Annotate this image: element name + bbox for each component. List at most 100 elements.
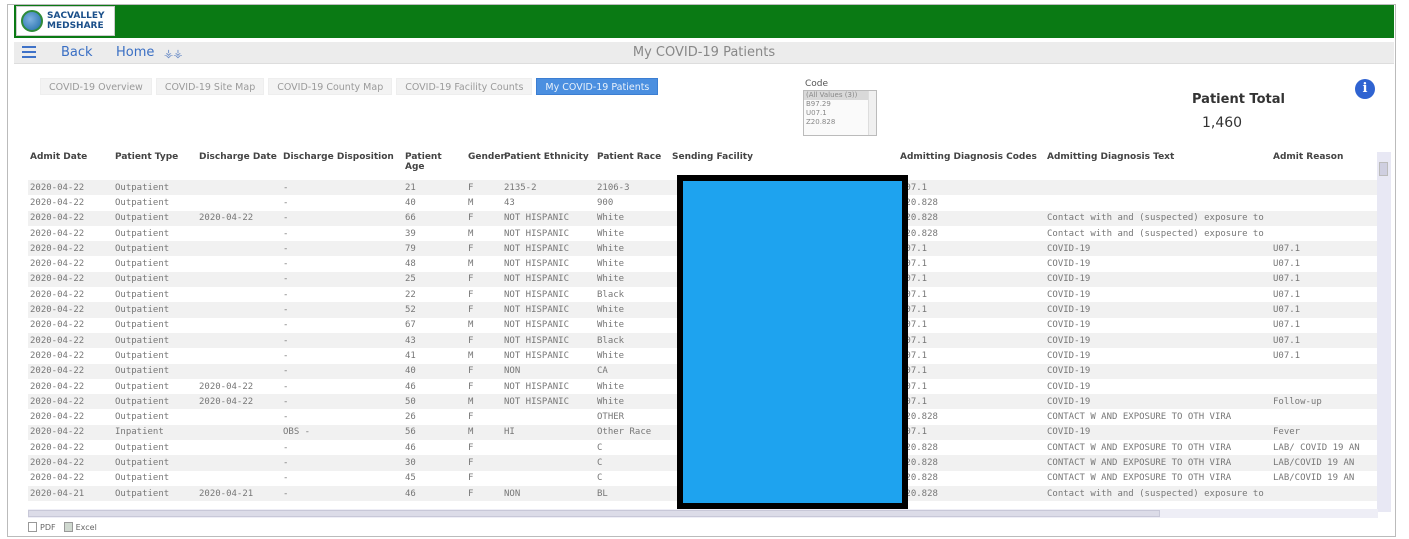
- table-cell: OTHER: [595, 409, 670, 425]
- table-cell: COVID-19: [1045, 394, 1271, 410]
- tab-my-covid-patients[interactable]: My COVID-19 Patients: [536, 78, 659, 95]
- code-option[interactable]: B97.29: [804, 100, 876, 109]
- table-cell: F: [466, 302, 502, 318]
- table-cell: COVID-19: [1045, 302, 1271, 318]
- vertical-scroll-thumb[interactable]: [1379, 162, 1388, 176]
- export-excel-link[interactable]: Excel: [76, 523, 97, 532]
- table-cell: U07.1: [898, 424, 1045, 441]
- table-cell: [197, 348, 281, 364]
- vertical-scrollbar[interactable]: [1377, 152, 1391, 512]
- table-cell: 2020-04-22: [28, 332, 113, 349]
- table-cell: White: [595, 210, 670, 226]
- table-cell: NOT HISPANIC: [502, 317, 595, 333]
- table-cell: Outpatient: [113, 332, 197, 349]
- table-cell: Outpatient: [113, 348, 197, 364]
- table-cell: Z20.828: [898, 470, 1045, 486]
- column-header[interactable]: Patient Race: [595, 152, 670, 180]
- code-filter-list[interactable]: (All Values (3)) B97.29 U07.1 Z20.828: [803, 90, 877, 136]
- table-cell: [197, 470, 281, 486]
- table-cell: F: [466, 271, 502, 288]
- table-cell: NOT HISPANIC: [502, 287, 595, 303]
- tab-covid-county-map[interactable]: COVID-19 County Map: [268, 78, 393, 95]
- table-cell: Follow-up: [1271, 394, 1378, 410]
- excel-icon[interactable]: [63, 522, 73, 532]
- table-cell: Outpatient: [113, 394, 197, 410]
- tab-covid-overview[interactable]: COVID-19 Overview: [40, 78, 152, 95]
- column-header[interactable]: Admitting Diagnosis Codes: [898, 152, 1045, 180]
- column-header[interactable]: Discharge Date: [197, 152, 281, 180]
- horizontal-scroll-thumb[interactable]: [28, 510, 1160, 517]
- table-cell: U07.1: [1271, 271, 1378, 288]
- horizontal-scrollbar[interactable]: [28, 509, 1378, 518]
- table-cell: 45: [403, 470, 466, 486]
- table-cell: F: [466, 440, 502, 456]
- table-cell: COVID-19: [1045, 332, 1271, 349]
- table-cell: U07.1: [898, 302, 1045, 318]
- table-cell: 2020-04-22: [28, 470, 113, 486]
- code-option[interactable]: U07.1: [804, 109, 876, 118]
- table-cell: -: [281, 485, 403, 502]
- table-cell: Z20.828: [898, 225, 1045, 242]
- table-cell: Z20.828: [898, 440, 1045, 456]
- table-cell: Outpatient: [113, 271, 197, 288]
- table-cell: [197, 363, 281, 379]
- redacted-sending-facility-block: [677, 175, 908, 509]
- table-cell: 46: [403, 440, 466, 456]
- table-cell: CONTACT W AND EXPOSURE TO OTH VIRA: [1045, 455, 1271, 471]
- table-cell: M: [466, 424, 502, 441]
- column-header[interactable]: Admit Date: [28, 152, 113, 180]
- page-title: My COVID-19 Patients: [632, 45, 776, 60]
- table-cell: F: [466, 470, 502, 486]
- table-cell: Z20.828: [898, 195, 1045, 211]
- sacvalley-logo[interactable]: SACVALLEY MEDSHARE: [16, 6, 115, 36]
- table-cell: -: [281, 440, 403, 456]
- table-cell: White: [595, 378, 670, 395]
- column-header[interactable]: Patient Ethnicity: [502, 152, 595, 180]
- code-option[interactable]: Z20.828: [804, 118, 876, 127]
- table-cell: White: [595, 241, 670, 257]
- table-cell: F: [466, 241, 502, 257]
- tab-covid-facility-counts[interactable]: COVID-19 Facility Counts: [396, 78, 533, 95]
- table-cell: CA: [595, 363, 670, 379]
- pdf-icon[interactable]: [28, 522, 37, 532]
- code-list-scrollbar[interactable]: [868, 91, 876, 135]
- logo-text: SACVALLEY MEDSHARE: [47, 11, 105, 31]
- table-cell: 2106-3: [595, 180, 670, 196]
- table-cell: [197, 317, 281, 333]
- table-cell: Contact with and (suspected) exposure to: [1045, 225, 1271, 242]
- table-cell: Other Race: [595, 424, 670, 441]
- column-header[interactable]: Discharge Disposition: [281, 152, 403, 180]
- table-cell: Outpatient: [113, 378, 197, 395]
- table-cell: 2020-04-22: [28, 317, 113, 333]
- table-cell: 2020-04-22: [28, 302, 113, 318]
- info-icon[interactable]: i: [1355, 79, 1375, 99]
- table-cell: COVID-19: [1045, 271, 1271, 288]
- column-header[interactable]: Patient Type: [113, 152, 197, 180]
- column-header[interactable]: Admit Reason: [1271, 152, 1378, 180]
- table-cell: 2020-04-22: [28, 287, 113, 303]
- code-option[interactable]: (All Values (3)): [804, 91, 868, 100]
- table-cell: [197, 241, 281, 257]
- table-cell: [197, 195, 281, 211]
- table-cell: 40: [403, 195, 466, 211]
- table-cell: COVID-19: [1045, 287, 1271, 303]
- table-cell: White: [595, 256, 670, 272]
- table-cell: White: [595, 302, 670, 318]
- column-header[interactable]: Patient Age: [403, 152, 466, 180]
- table-cell: U07.1: [898, 378, 1045, 395]
- tab-covid-site-map[interactable]: COVID-19 Site Map: [155, 78, 265, 95]
- table-cell: 2020-04-22: [28, 348, 113, 364]
- table-cell: [1271, 363, 1378, 379]
- table-cell: 43: [502, 195, 595, 211]
- table-cell: U07.1: [1271, 332, 1378, 349]
- table-cell: U07.1: [898, 271, 1045, 288]
- column-header[interactable]: Gender: [466, 152, 505, 180]
- table-cell: M: [466, 348, 502, 364]
- table-cell: -: [281, 470, 403, 486]
- table-cell: [197, 256, 281, 272]
- code-filter-label: Code: [805, 79, 829, 89]
- column-header[interactable]: Admitting Diagnosis Text: [1045, 152, 1271, 180]
- export-pdf-link[interactable]: PDF: [40, 523, 56, 532]
- table-cell: Outpatient: [113, 440, 197, 456]
- table-cell: 2020-04-22: [28, 424, 113, 441]
